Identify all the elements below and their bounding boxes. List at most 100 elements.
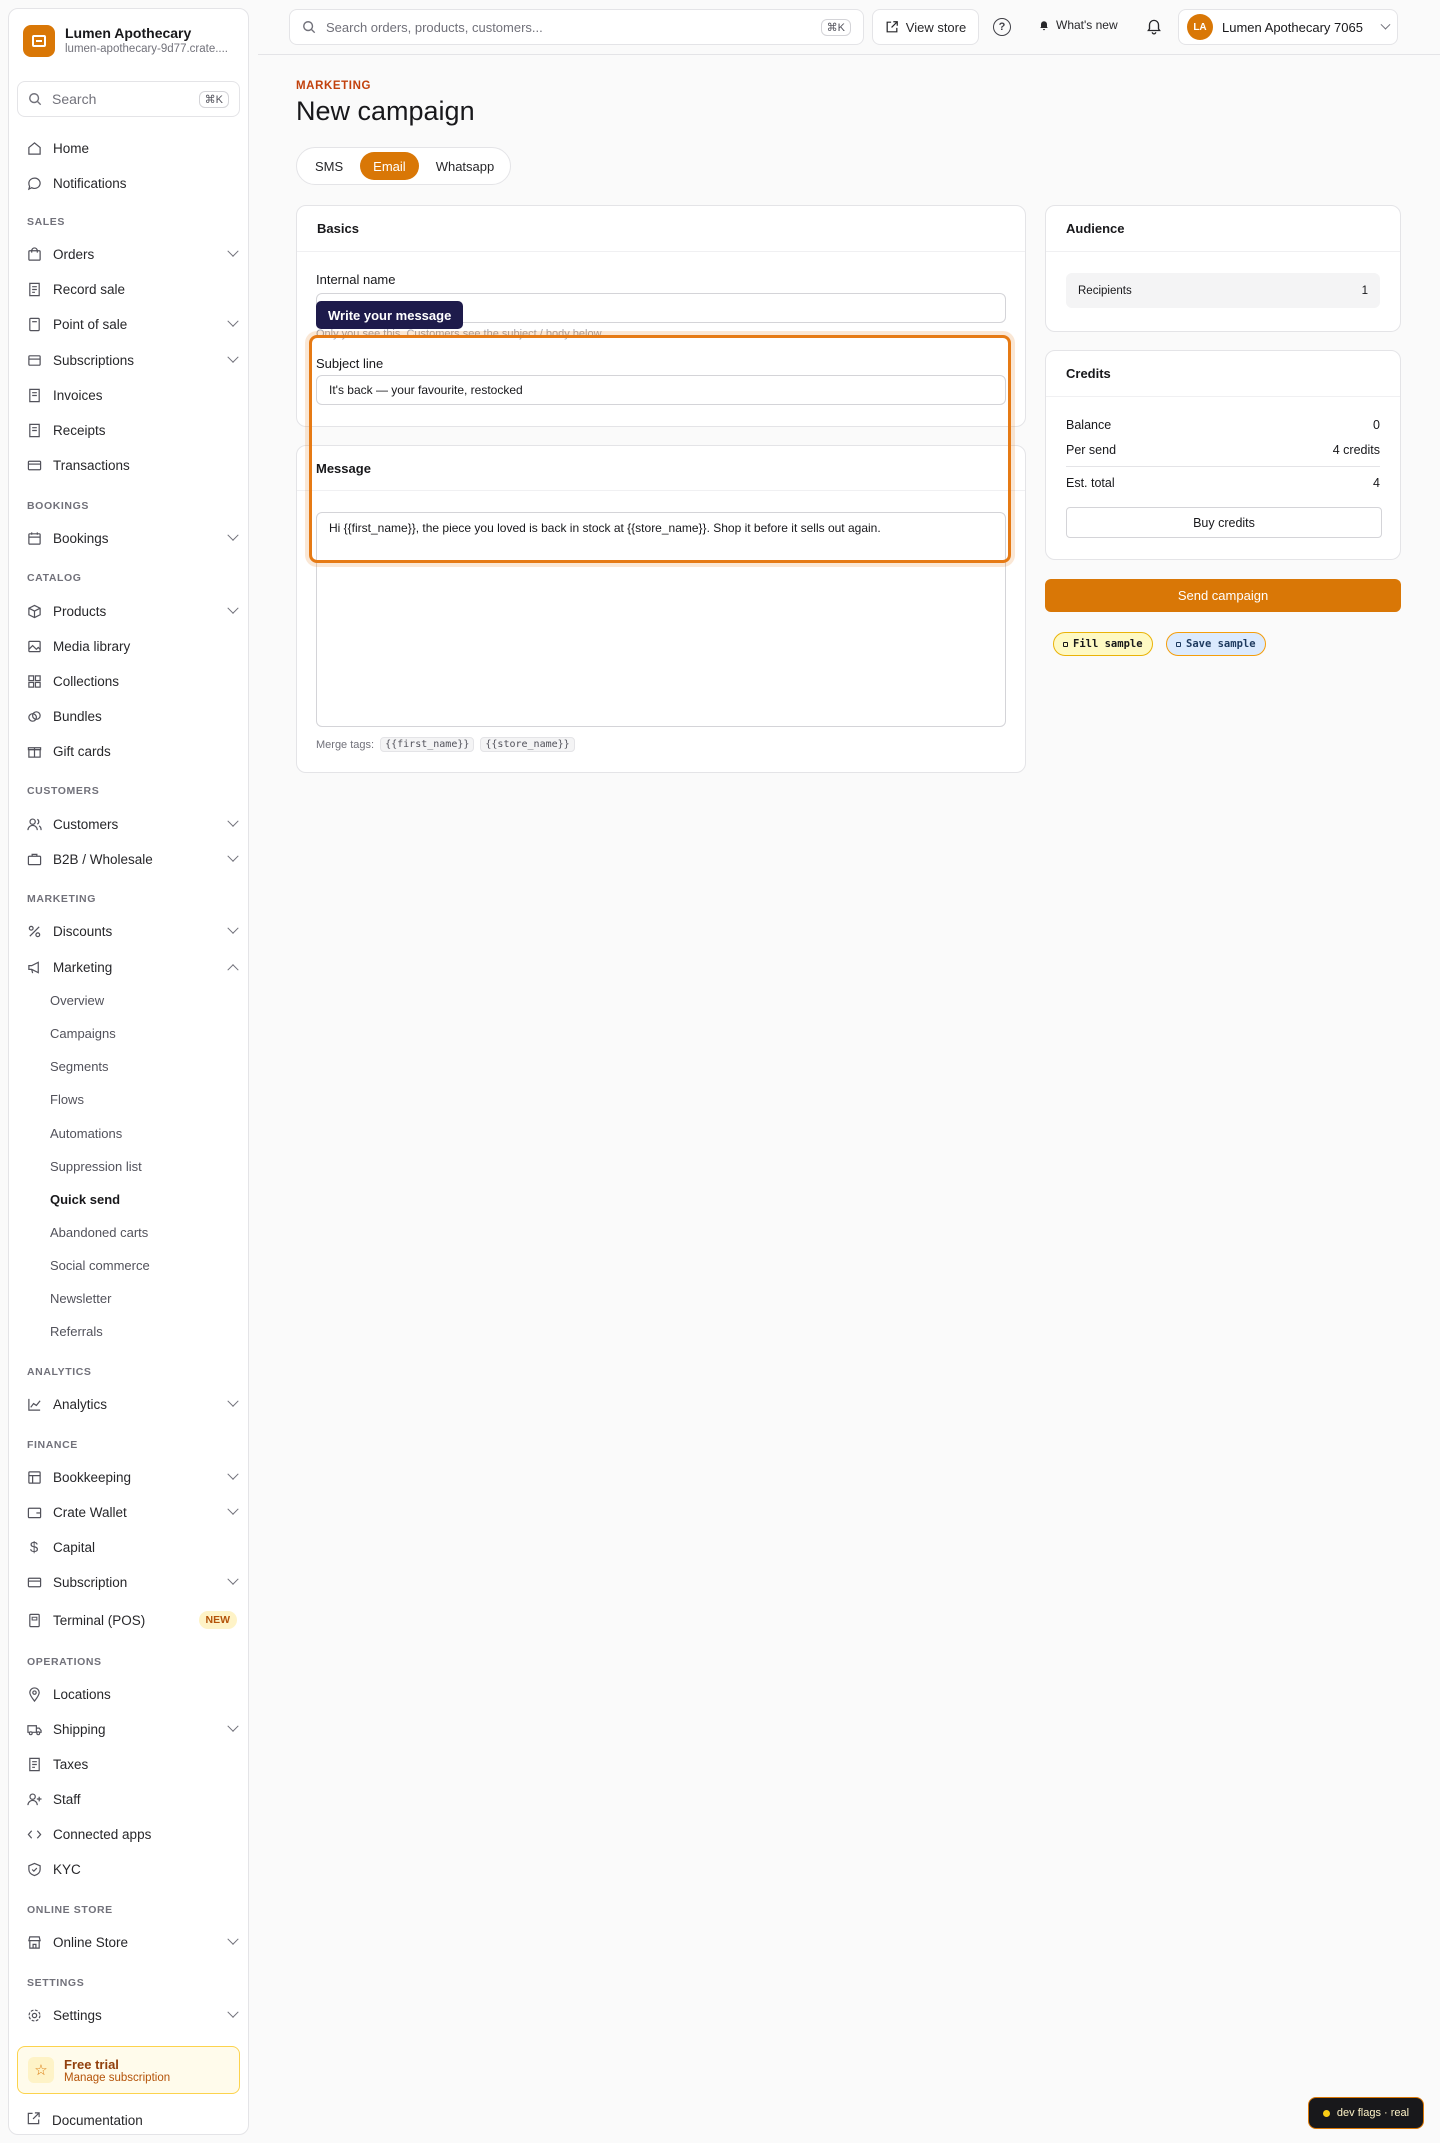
dev-flags-toggle[interactable]: dev flags · real <box>1308 2097 1424 2129</box>
sidebar-item-label: Media library <box>53 638 131 654</box>
chevron-down-icon <box>227 1720 239 1732</box>
sidebar-search[interactable]: Search ⌘K <box>17 81 240 117</box>
sidebar-item-bookkeeping[interactable]: Bookkeeping <box>26 1462 241 1492</box>
section-settings: SETTINGS <box>27 1977 85 1989</box>
shield-check-icon <box>26 1861 42 1877</box>
sidebar-subitem-social-commerce[interactable]: Social commerce <box>50 1258 150 1273</box>
sidebar-subitem-quick-send[interactable]: Quick send <box>50 1192 120 1207</box>
help-icon[interactable]: ? <box>993 18 1011 36</box>
breadcrumb: MARKETING <box>296 80 372 92</box>
whats-new-button[interactable]: What's new <box>1038 18 1118 32</box>
sidebar-item-record-sale[interactable]: Record sale <box>26 274 241 304</box>
sidebar-item-connected-apps[interactable]: Connected apps <box>26 1819 241 1849</box>
briefcase-icon <box>26 851 42 867</box>
search-icon <box>303 21 316 34</box>
save-sample-button[interactable]: Save sample <box>1166 632 1266 656</box>
credits-card: Credits Balance 0 Per send 4 credits Est… <box>1045 350 1401 560</box>
sidebar-item-label: Subscription <box>53 1574 128 1590</box>
sidebar-item-subscription[interactable]: Subscription <box>26 1567 241 1597</box>
sidebar-item-kyc[interactable]: KYC <box>26 1854 241 1884</box>
sidebar-item-analytics[interactable]: Analytics <box>26 1389 241 1419</box>
global-search-input[interactable]: Search orders, products, customers... ⌘K <box>289 9 864 45</box>
send-campaign-button[interactable]: Send campaign <box>1045 579 1401 612</box>
chevron-down-icon <box>227 1468 239 1480</box>
merge-tag-store-name[interactable]: {{store_name}} <box>480 737 575 752</box>
tab-whatsapp[interactable]: Whatsapp <box>423 152 508 180</box>
sidebar-item-label: B2B / Wholesale <box>53 851 153 867</box>
terminal-device-icon <box>26 1612 42 1628</box>
sidebar-item-discounts[interactable]: Discounts <box>26 916 241 946</box>
sidebar-item-subscriptions[interactable]: Subscriptions <box>26 345 241 375</box>
sidebar-item-collections[interactable]: Collections <box>26 666 241 696</box>
sidebar-item-label: Bundles <box>53 708 102 724</box>
sidebar-item-home[interactable]: Home <box>26 133 241 163</box>
account-menu[interactable]: LA Lumen Apothecary 7065 <box>1178 9 1398 45</box>
sidebar-item-b2b[interactable]: B2B / Wholesale <box>26 844 241 874</box>
sidebar-subitem-automations[interactable]: Automations <box>50 1126 122 1141</box>
merge-tag-first-name[interactable]: {{first_name}} <box>380 737 475 752</box>
chevron-down-icon <box>227 2006 239 2018</box>
sidebar-item-media-library[interactable]: Media library <box>26 631 241 661</box>
sidebar-item-transactions[interactable]: Transactions <box>26 450 241 480</box>
basics-heading: Basics <box>297 206 1025 252</box>
audience-card: Audience Recipients 1 <box>1045 205 1401 332</box>
subject-line-field[interactable]: It's back — your favourite, restocked <box>316 375 1006 405</box>
sidebar-item-point-of-sale[interactable]: Point of sale <box>26 309 241 339</box>
user-plus-icon <box>26 1791 42 1807</box>
sidebar-item-products[interactable]: Products <box>26 596 241 626</box>
sidebar-item-locations[interactable]: Locations <box>26 1679 241 1709</box>
sidebar-item-invoices[interactable]: Invoices <box>26 380 241 410</box>
tab-email[interactable]: Email <box>360 152 419 180</box>
sidebar-subitem-segments[interactable]: Segments <box>50 1059 109 1074</box>
view-store-label: View store <box>905 19 967 35</box>
sidebar-subitem-newsletter[interactable]: Newsletter <box>50 1291 111 1306</box>
section-marketing: MARKETING <box>27 893 96 905</box>
manage-subscription-link[interactable]: Manage subscription <box>64 2072 170 2084</box>
chevron-down-icon <box>227 529 239 541</box>
fill-sample-label: Fill sample <box>1073 638 1143 650</box>
sidebar-subitem-referrals[interactable]: Referrals <box>50 1324 103 1339</box>
sidebar-subitem-overview[interactable]: Overview <box>50 993 104 1008</box>
section-sales: SALES <box>27 216 66 228</box>
sidebar-item-bundles[interactable]: Bundles <box>26 701 241 731</box>
topbar: Search orders, products, customers... ⌘K… <box>258 0 1440 55</box>
sidebar-subitem-abandoned-carts[interactable]: Abandoned carts <box>50 1225 148 1240</box>
sidebar-item-crate-wallet[interactable]: Crate Wallet <box>26 1497 241 1527</box>
sidebar-item-shipping[interactable]: Shipping <box>26 1714 241 1744</box>
sidebar-item-online-store[interactable]: Online Store <box>26 1927 241 1957</box>
sidebar-item-bookings[interactable]: Bookings <box>26 523 241 553</box>
fill-sample-button[interactable]: Fill sample <box>1053 632 1153 656</box>
chat-bubble-icon <box>26 175 42 191</box>
sidebar-item-orders[interactable]: Orders <box>26 239 241 269</box>
sidebar-item-label: Orders <box>53 246 95 262</box>
section-bookings: BOOKINGS <box>27 500 89 512</box>
sidebar-item-settings[interactable]: Settings <box>26 2000 241 2030</box>
sidebar-item-staff[interactable]: Staff <box>26 1784 241 1814</box>
sidebar-item-label: Bookkeeping <box>53 1469 132 1485</box>
free-trial-banner[interactable]: ☆ Free trial Manage subscription <box>17 2046 240 2094</box>
store-switcher[interactable]: Lumen Apothecary lumen-apothecary-9d77.c… <box>23 25 230 57</box>
sidebar-item-customers[interactable]: Customers <box>26 809 241 839</box>
chevron-down-icon <box>227 815 239 827</box>
sidebar-item-label: Settings <box>53 2007 102 2023</box>
sidebar-item-gift-cards[interactable]: Gift cards <box>26 736 241 766</box>
documentation-link[interactable]: Documentation <box>26 2111 143 2129</box>
message-body-textarea[interactable]: Hi {{first_name}}, the piece you loved i… <box>316 512 1006 727</box>
tab-sms[interactable]: SMS <box>302 152 356 180</box>
sidebar-item-taxes[interactable]: Taxes <box>26 1749 241 1779</box>
sidebar-item-receipts[interactable]: Receipts <box>26 415 241 445</box>
bell-icon[interactable] <box>1145 17 1163 38</box>
sidebar-item-label: Receipts <box>53 422 106 438</box>
sidebar-subitem-suppression-list[interactable]: Suppression list <box>50 1159 142 1174</box>
receipt-icon <box>26 281 42 297</box>
view-store-button[interactable]: View store <box>872 9 979 45</box>
sidebar-item-terminal[interactable]: Terminal (POS) NEW <box>26 1605 241 1635</box>
sidebar-subitem-flows[interactable]: Flows <box>50 1092 84 1107</box>
chevron-down-icon <box>227 1933 239 1945</box>
sidebar-subitem-campaigns[interactable]: Campaigns <box>50 1026 116 1041</box>
sidebar-item-marketing[interactable]: Marketing <box>26 952 241 982</box>
internal-name-hint: Only you see this. Customers see the sub… <box>316 328 604 340</box>
sidebar-item-capital[interactable]: $ Capital <box>26 1532 241 1562</box>
sidebar-item-notifications[interactable]: Notifications <box>26 168 241 198</box>
buy-credits-button[interactable]: Buy credits <box>1066 507 1382 538</box>
